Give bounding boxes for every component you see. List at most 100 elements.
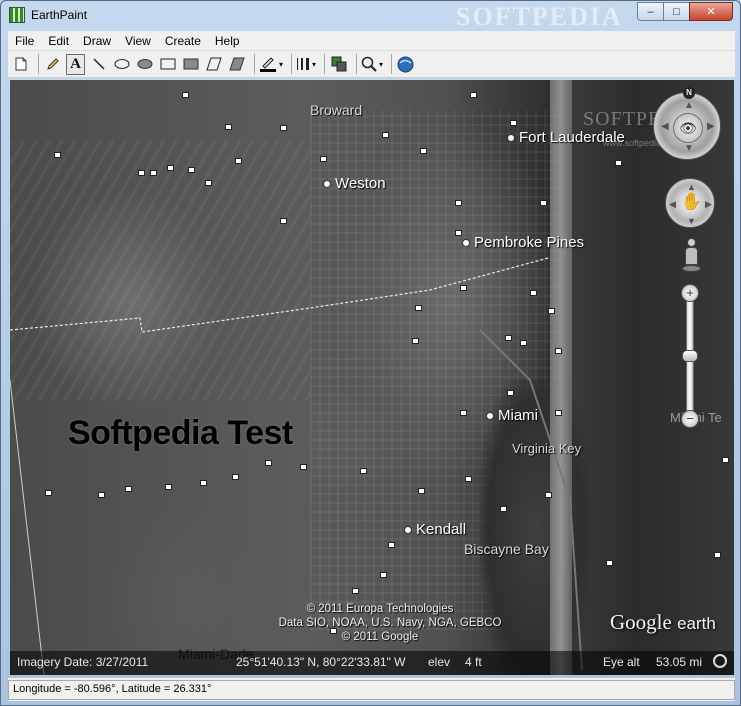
poi-marker[interactable] xyxy=(714,552,721,558)
poi-marker[interactable] xyxy=(382,132,389,138)
poi-marker[interactable] xyxy=(45,490,52,496)
filled-rectangle-icon[interactable] xyxy=(181,54,200,75)
pan-right-arrow-icon[interactable]: ▶ xyxy=(705,199,712,210)
poi-marker[interactable] xyxy=(280,125,287,131)
pan-down-arrow-icon[interactable]: ▼ xyxy=(687,216,696,226)
menu-edit[interactable]: Edit xyxy=(41,31,76,51)
pen-color-dropdown-icon[interactable]: ▾ xyxy=(279,60,283,69)
poi-marker[interactable] xyxy=(545,492,552,498)
menu-help[interactable]: Help xyxy=(208,31,247,51)
place-label-kendall[interactable]: Kendall xyxy=(404,521,466,538)
zoom-icon[interactable]: ▾ xyxy=(361,54,383,75)
maximize-button[interactable]: □ xyxy=(663,2,690,21)
poi-marker[interactable] xyxy=(300,464,307,470)
line-width-icon[interactable]: ▾ xyxy=(296,54,316,75)
pan-control[interactable]: ▲ ▼ ◀ ▶ ✋ xyxy=(665,178,715,228)
poi-marker[interactable] xyxy=(465,476,472,482)
poi-marker[interactable] xyxy=(54,152,61,158)
menu-view[interactable]: View xyxy=(118,31,158,51)
poi-marker[interactable] xyxy=(165,484,172,490)
poi-marker[interactable] xyxy=(232,474,239,480)
google-earth-icon[interactable] xyxy=(396,54,415,75)
polygon-icon[interactable] xyxy=(204,54,223,75)
poi-marker[interactable] xyxy=(150,170,157,176)
zoom-out-button[interactable]: − xyxy=(681,410,699,428)
eye-icon[interactable]: 👁 xyxy=(673,113,703,143)
zoom-in-button[interactable]: + xyxy=(681,284,699,302)
poi-marker[interactable] xyxy=(98,492,105,498)
menu-create[interactable]: Create xyxy=(158,31,208,51)
close-button[interactable]: ✕ xyxy=(689,2,733,21)
pan-up-arrow-icon[interactable]: ▲ xyxy=(687,182,696,192)
street-view-pegman-icon[interactable] xyxy=(681,238,701,274)
title-bar[interactable]: EarthPaint SOFTPEDIA – □ ✕ xyxy=(1,1,740,31)
poi-marker[interactable] xyxy=(615,160,622,166)
place-label-pembroke-pines[interactable]: Pembroke Pines xyxy=(462,234,584,251)
poi-marker[interactable] xyxy=(352,588,359,594)
poi-marker[interactable] xyxy=(420,148,427,154)
poi-marker[interactable] xyxy=(225,124,232,130)
poi-marker[interactable] xyxy=(235,158,242,164)
line-width-dropdown-icon[interactable]: ▾ xyxy=(312,60,316,69)
new-document-icon[interactable] xyxy=(11,54,30,75)
poi-marker[interactable] xyxy=(415,305,422,311)
poi-marker[interactable] xyxy=(360,468,367,474)
filled-ellipse-icon[interactable] xyxy=(135,54,154,75)
line-icon[interactable] xyxy=(89,54,108,75)
poi-marker[interactable] xyxy=(722,457,729,463)
poi-marker[interactable] xyxy=(460,410,467,416)
poi-marker[interactable] xyxy=(205,180,212,186)
look-down-arrow-icon[interactable]: ▼ xyxy=(684,143,694,154)
earth-map-view[interactable]: Broward Fort Lauderdale Weston Pembroke … xyxy=(10,80,734,675)
poi-marker[interactable] xyxy=(380,572,387,578)
poi-marker[interactable] xyxy=(500,506,507,512)
poi-marker[interactable] xyxy=(540,200,547,206)
zoom-thumb[interactable] xyxy=(682,350,698,362)
menu-draw[interactable]: Draw xyxy=(76,31,118,51)
place-label-weston[interactable]: Weston xyxy=(323,175,386,192)
look-right-arrow-icon[interactable]: ▶ xyxy=(707,121,715,132)
poi-marker[interactable] xyxy=(200,480,207,486)
look-up-arrow-icon[interactable]: ▲ xyxy=(684,100,694,111)
poi-marker[interactable] xyxy=(505,335,512,341)
poi-marker[interactable] xyxy=(412,338,419,344)
rectangle-icon[interactable] xyxy=(158,54,177,75)
poi-marker[interactable] xyxy=(418,488,425,494)
minimize-button[interactable]: – xyxy=(637,2,664,21)
pen-color-icon[interactable]: ▾ xyxy=(259,54,283,75)
poi-marker[interactable] xyxy=(138,170,145,176)
poi-marker[interactable] xyxy=(320,156,327,162)
poi-marker[interactable] xyxy=(280,218,287,224)
annotation-text[interactable]: Softpedia Test xyxy=(68,414,293,453)
poi-marker[interactable] xyxy=(555,348,562,354)
zoom-dropdown-icon[interactable]: ▾ xyxy=(379,60,383,69)
poi-marker[interactable] xyxy=(125,486,132,492)
poi-marker[interactable] xyxy=(455,200,462,206)
zoom-slider[interactable]: + − xyxy=(681,284,699,428)
poi-marker[interactable] xyxy=(470,92,477,98)
poi-marker[interactable] xyxy=(388,542,395,548)
ellipse-icon[interactable] xyxy=(112,54,131,75)
look-left-arrow-icon[interactable]: ◀ xyxy=(661,121,669,132)
hand-icon[interactable]: ✋ xyxy=(681,192,702,212)
north-indicator[interactable]: N xyxy=(683,87,695,99)
poi-marker[interactable] xyxy=(188,167,195,173)
poi-marker[interactable] xyxy=(548,308,555,314)
poi-marker[interactable] xyxy=(510,120,517,126)
filled-polygon-icon[interactable] xyxy=(227,54,246,75)
poi-marker[interactable] xyxy=(182,92,189,98)
poi-marker[interactable] xyxy=(167,165,174,171)
earthpaint-app-icon[interactable] xyxy=(9,7,25,23)
poi-marker[interactable] xyxy=(460,285,467,291)
poi-marker[interactable] xyxy=(555,410,562,416)
poi-marker[interactable] xyxy=(530,290,537,296)
pencil-icon[interactable] xyxy=(43,54,62,75)
poi-marker[interactable] xyxy=(507,390,514,396)
pan-left-arrow-icon[interactable]: ◀ xyxy=(669,199,676,210)
poi-marker[interactable] xyxy=(455,230,462,236)
menu-file[interactable]: File xyxy=(8,31,41,51)
poi-marker[interactable] xyxy=(520,340,527,346)
poi-marker[interactable] xyxy=(606,560,613,566)
place-label-miami[interactable]: Miami xyxy=(486,407,538,424)
layers-icon[interactable] xyxy=(329,54,348,75)
